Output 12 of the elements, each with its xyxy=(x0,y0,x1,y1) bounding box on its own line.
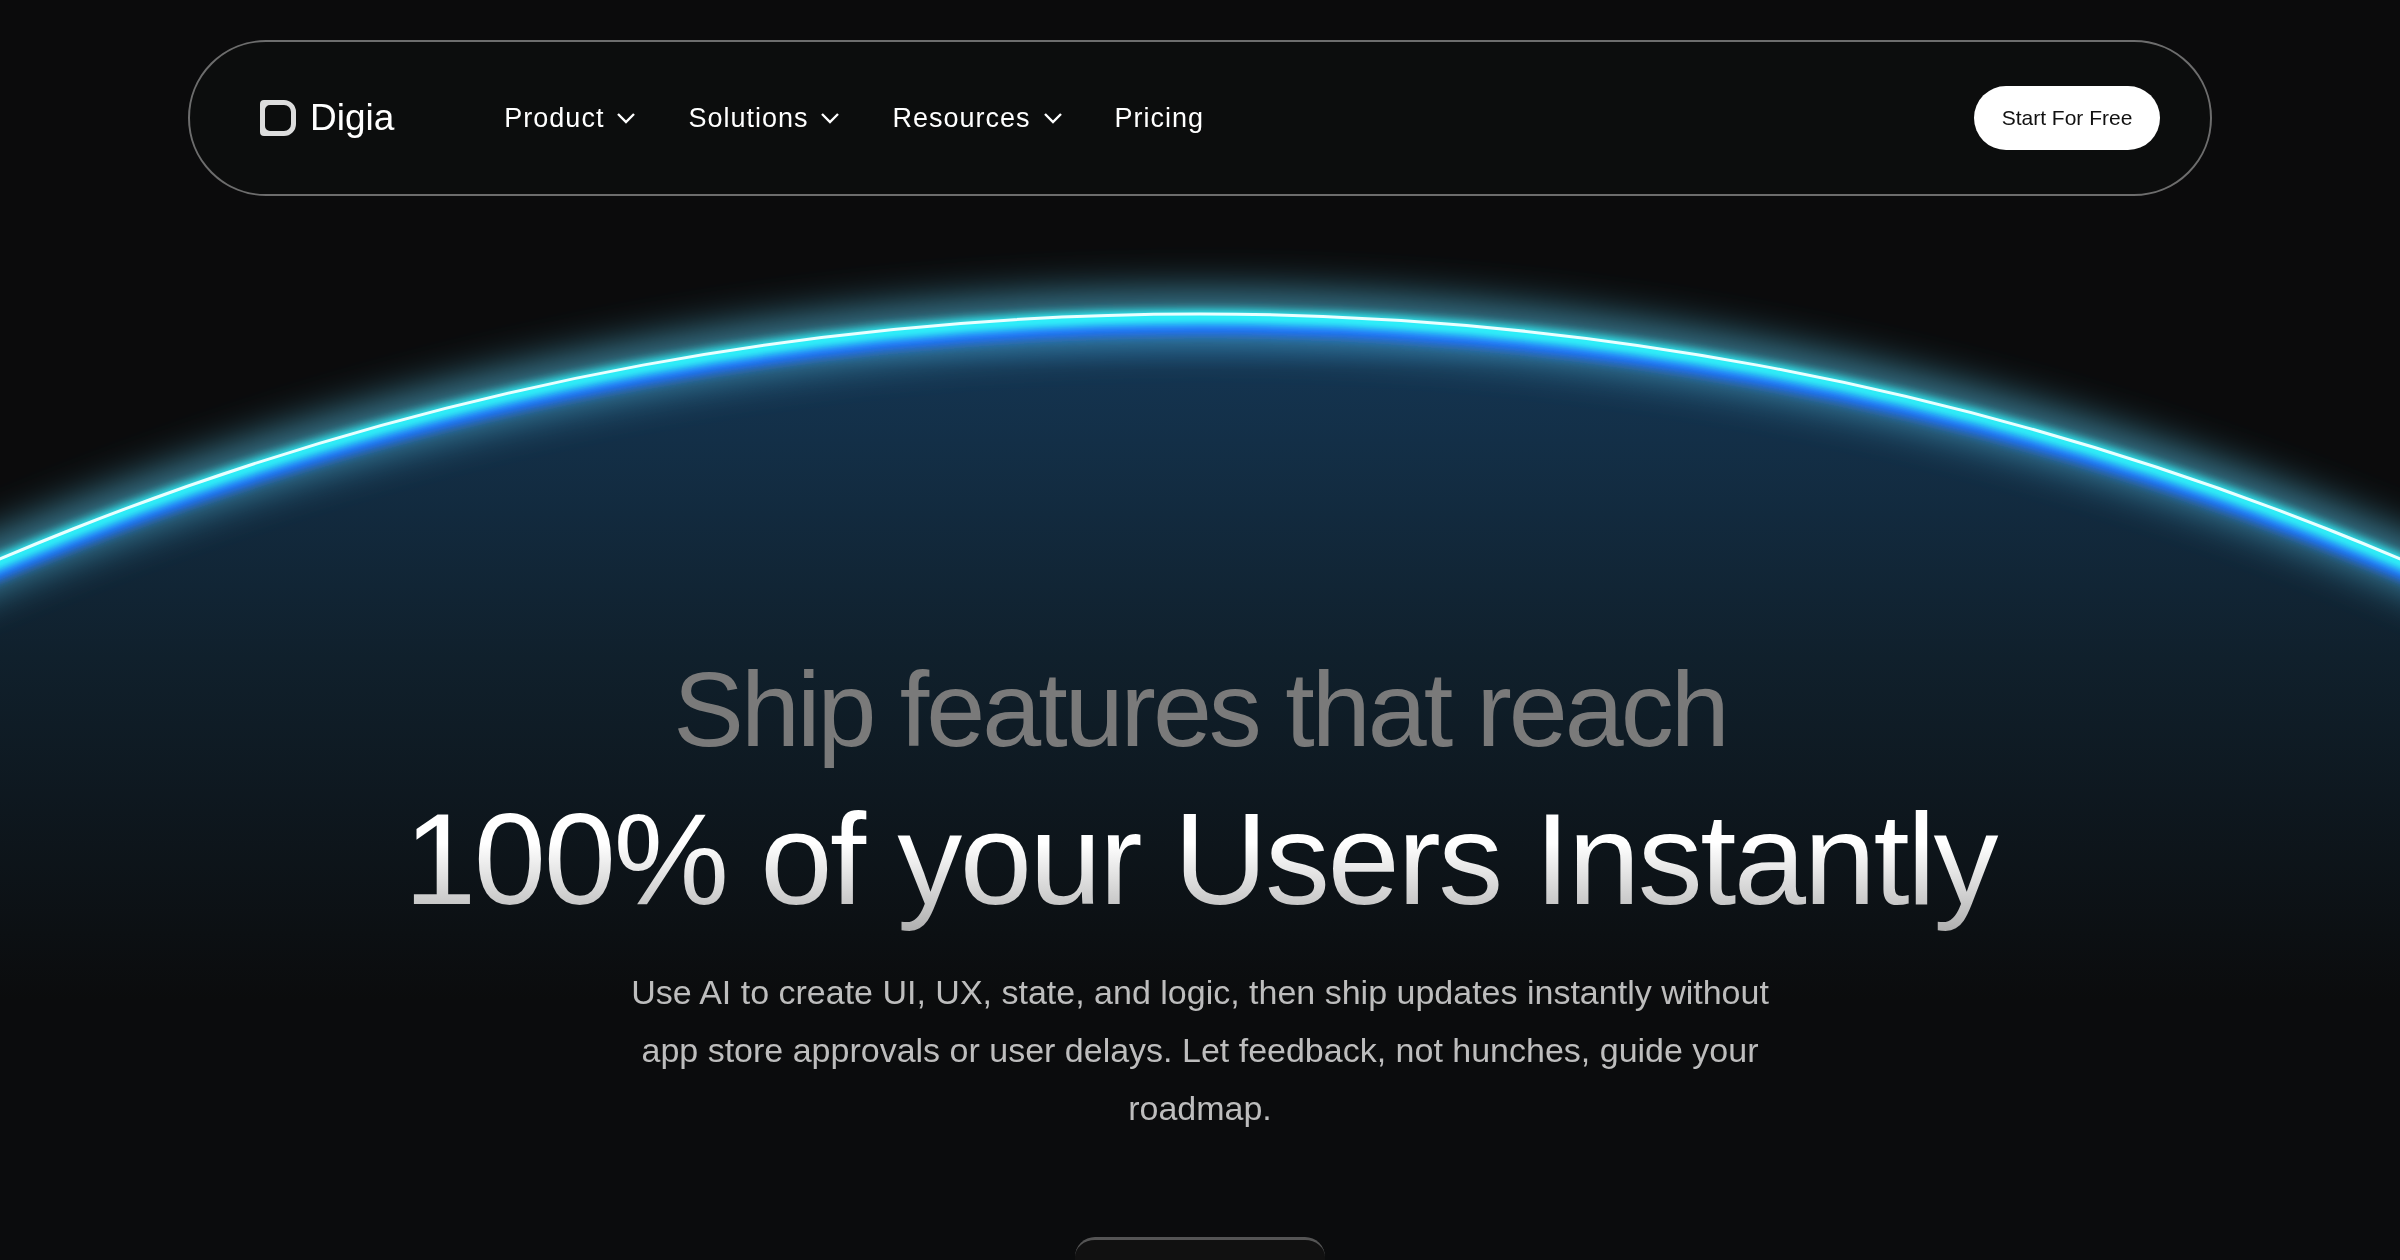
chevron-down-icon xyxy=(1042,112,1063,124)
nav-link[interactable]: Pricing xyxy=(1114,102,1205,134)
nav-dropdown[interactable]: Product xyxy=(504,102,637,134)
brand-name[interactable]: Digia xyxy=(310,97,395,139)
nav-dropdown[interactable]: Solutions xyxy=(688,102,841,134)
hero-headline: Ship features that reach xyxy=(672,649,1728,770)
logo-icon xyxy=(260,100,296,136)
nav-dropdown[interactable]: Resources xyxy=(892,102,1063,134)
hero-description: Use AI to create UI, UX, state, and logic, then ship updates instantly without app store approvals or user delays. Let feedback, not hunches, guide your roadmap. xyxy=(630,972,1770,1130)
chevron-down-icon xyxy=(820,112,841,124)
chevron-down-icon xyxy=(616,112,637,124)
start-for-free-button[interactable]: Start For Free xyxy=(1974,86,2160,150)
